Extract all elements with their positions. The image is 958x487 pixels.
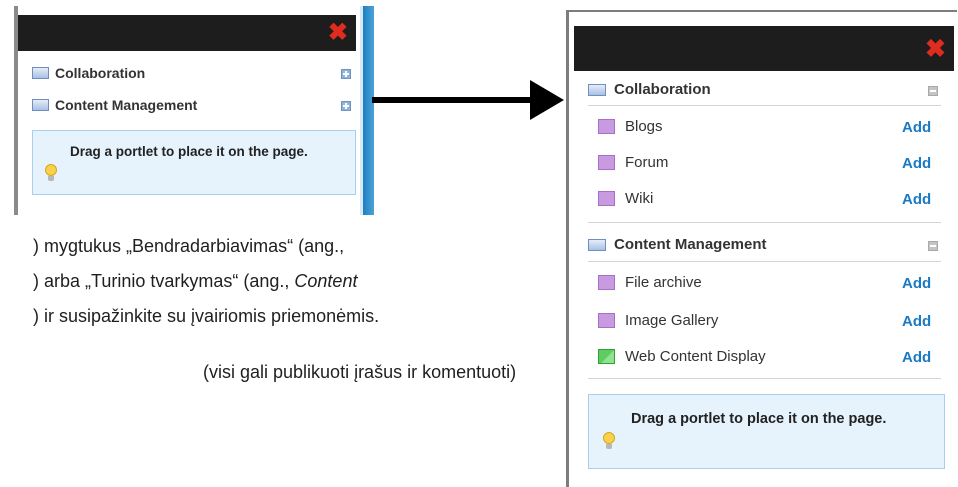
portlet-purple-icon [598, 155, 615, 170]
tip-text: Drag a portlet to place it on the page. [70, 144, 308, 159]
panel-titlebar: ✖ [574, 26, 954, 71]
category-window-icon [32, 67, 49, 79]
lightbulb-icon [44, 164, 58, 182]
lightbulb-icon [602, 432, 616, 450]
expand-plus-icon[interactable] [341, 101, 351, 111]
divider [588, 378, 941, 379]
portlet-purple-icon [598, 313, 615, 328]
portlet-purple-icon [598, 275, 615, 290]
portlet-green-icon [598, 349, 615, 364]
divider [588, 261, 941, 262]
category-window-icon [588, 83, 606, 96]
portlet-item-forum[interactable]: Forum [598, 154, 668, 171]
category-label: Collaboration [55, 65, 146, 81]
add-image-gallery-link[interactable]: Add [902, 313, 931, 330]
add-web-content-display-link[interactable]: Add [902, 349, 931, 366]
arrow-right-icon [530, 80, 564, 120]
portlet-item-file-archive[interactable]: File archive [598, 274, 702, 291]
portlet-item-image-gallery[interactable]: Image Gallery [598, 312, 718, 329]
category-window-icon [588, 238, 606, 251]
panel-right-edge [360, 6, 374, 215]
portlet-label: File archive [625, 274, 702, 291]
portlet-label: Wiki [625, 190, 654, 207]
close-x-icon[interactable]: ✖ [925, 37, 946, 62]
add-wiki-link[interactable]: Add [902, 191, 931, 208]
add-file-archive-link[interactable]: Add [902, 275, 931, 292]
drag-tip-box: Drag a portlet to place it on the page. [32, 130, 356, 195]
paragraph-text: ) arba „Turinio tvarkymas“ (ang., [33, 271, 295, 291]
collapse-minus-icon[interactable] [928, 241, 938, 251]
category-collaboration[interactable]: Collaboration [588, 81, 711, 98]
portlet-item-blogs[interactable]: Blogs [598, 118, 663, 135]
arrow-shaft [372, 97, 536, 103]
category-window-icon [32, 99, 49, 111]
panel-titlebar: ✖ [18, 15, 356, 51]
portlet-purple-icon [598, 119, 615, 134]
tip-text: Drag a portlet to place it on the page. [631, 411, 887, 427]
expand-plus-icon[interactable] [341, 69, 351, 79]
category-label: Content Management [55, 97, 198, 113]
paragraph-line-2: ) arba „Turinio tvarkymas“ (ang., Conten… [33, 271, 357, 292]
add-forum-link[interactable]: Add [902, 155, 931, 172]
portlet-item-wiki[interactable]: Wiki [598, 190, 653, 207]
add-blogs-link[interactable]: Add [902, 119, 931, 136]
portlet-item-web-content-display[interactable]: Web Content Display [598, 348, 766, 365]
collapse-minus-icon[interactable] [928, 86, 938, 96]
paragraph-line-3: ) ir susipažinkite su įvairiomis priemon… [33, 306, 380, 326]
divider [588, 222, 941, 223]
close-x-icon[interactable]: ✖ [328, 21, 348, 45]
panel-left-edge [566, 10, 569, 487]
category-label: Content Management [614, 236, 767, 253]
drag-tip-box: Drag a portlet to place it on the page. [588, 394, 945, 469]
expanded-portlet-panel: ✖ Collaboration Blogs Add Forum Add Wiki… [566, 10, 957, 487]
portlet-label: Blogs [625, 118, 663, 135]
category-content-management[interactable]: Content Management [32, 97, 197, 113]
panel-top-edge [566, 10, 957, 12]
portlet-purple-icon [598, 191, 615, 206]
paragraph-emphasis: Content [294, 271, 358, 291]
category-content-management[interactable]: Content Management [588, 236, 767, 253]
collapsed-portlet-panel: ✖ Collaboration Content Management Drag … [14, 6, 374, 215]
divider [588, 105, 941, 106]
portlet-label: Forum [625, 154, 669, 171]
category-collaboration[interactable]: Collaboration [32, 65, 145, 81]
paragraph-line-4: (visi gali publikuoti įrašus ir komentuo… [203, 362, 517, 382]
category-label: Collaboration [614, 81, 711, 98]
portlet-label: Image Gallery [625, 312, 719, 329]
portlet-label: Web Content Display [625, 348, 766, 365]
paragraph-line-1: ) mygtukus „Bendradarbiavimas“ (ang., [33, 236, 345, 256]
